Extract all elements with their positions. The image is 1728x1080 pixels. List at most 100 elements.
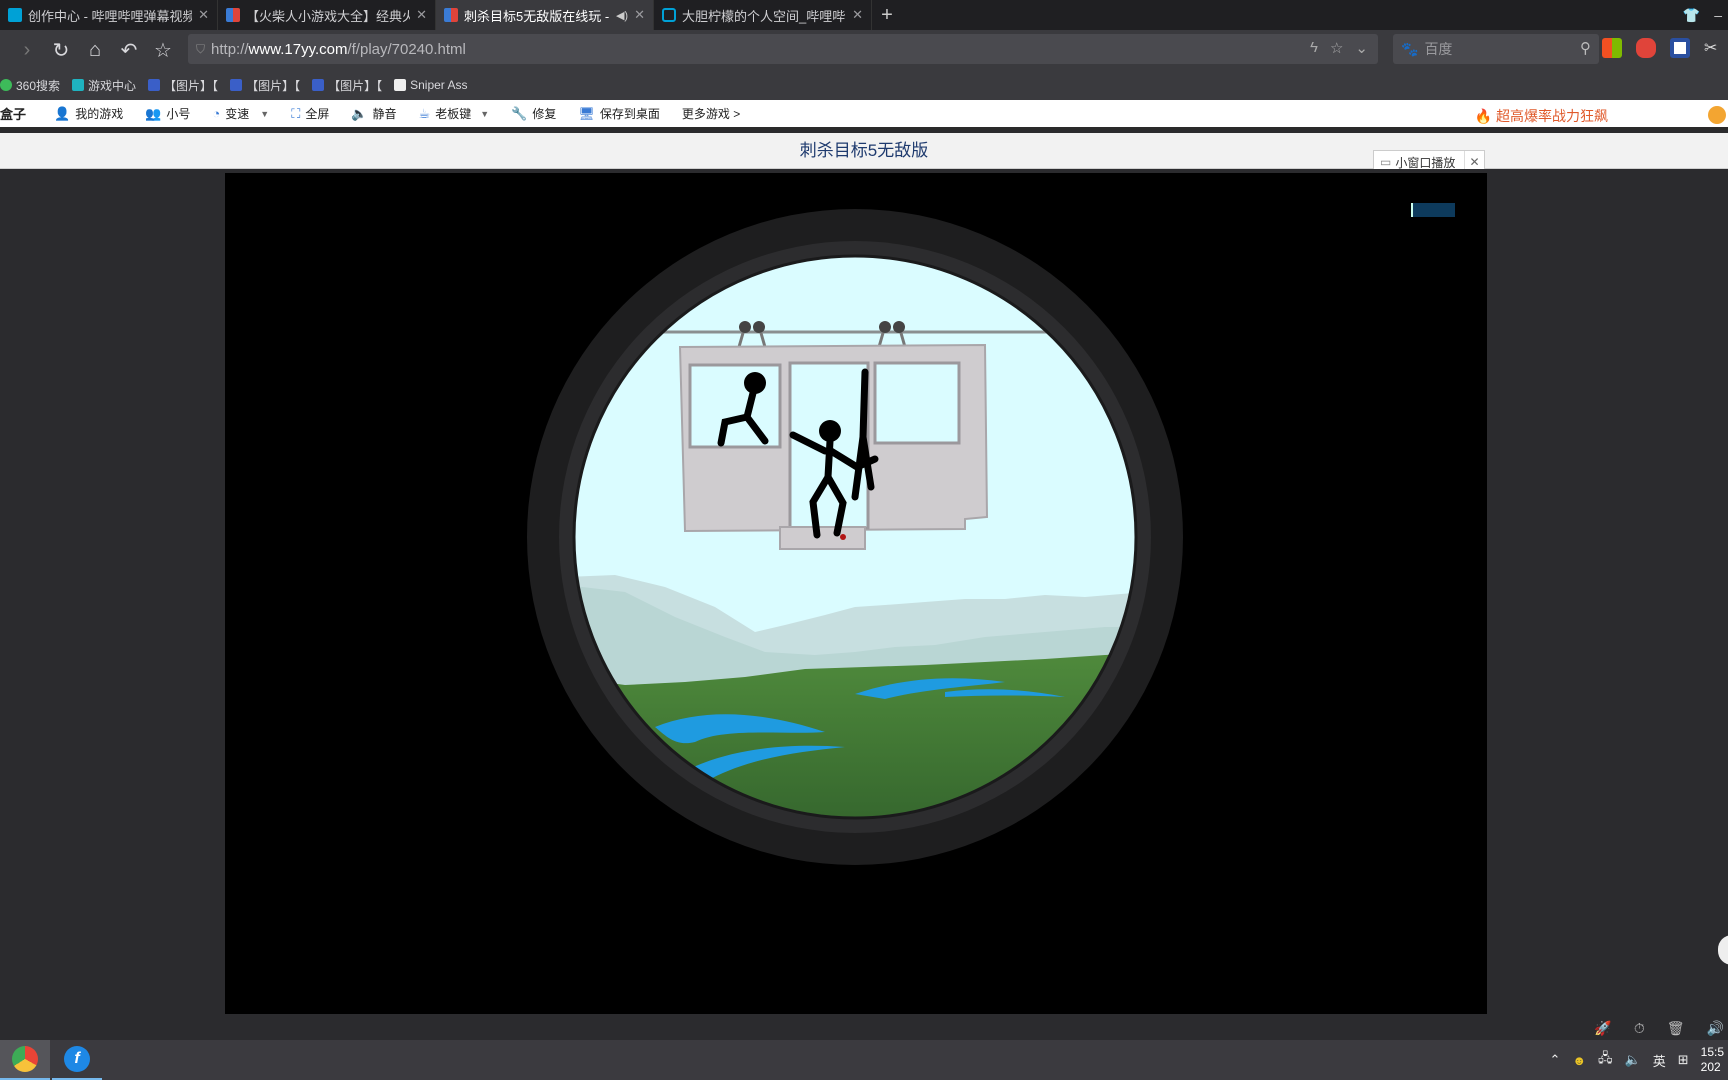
gamepad-icon[interactable]	[1636, 38, 1656, 58]
my-games-button[interactable]: 👤 我的游戏	[54, 105, 123, 122]
new-tab-button[interactable]: +	[872, 0, 902, 30]
wrench-icon: 🔧	[511, 105, 528, 121]
close-tab-icon[interactable]: ✕	[852, 7, 863, 23]
ime-indicator[interactable]: 英	[1653, 1051, 1666, 1070]
skin-shirt-icon[interactable]: 👕	[1683, 7, 1700, 24]
close-tab-icon[interactable]: ✕	[416, 7, 427, 23]
apps-grid-icon[interactable]	[1602, 38, 1622, 58]
coin-icon[interactable]	[1708, 106, 1726, 124]
favorite-star-button[interactable]: ☆	[146, 33, 180, 67]
security-shield-icon: ⛉	[196, 41, 206, 56]
tab-title: 【火柴人小游戏大全】经典火	[246, 8, 411, 24]
flash-game-canvas[interactable]	[225, 173, 1487, 1014]
sniper-scope-view[interactable]	[525, 207, 1185, 867]
forward-button[interactable]: ›	[10, 33, 44, 67]
user-icon: 👤	[54, 105, 71, 121]
history-clock-icon[interactable]: ⏱	[1634, 1020, 1645, 1037]
system-tray: ⌃ ☻ 🖧 🔈 英 ⊞ 15:5 202	[1549, 1040, 1728, 1080]
bookmark-sniper-assassin[interactable]: Sniper Ass	[394, 78, 467, 92]
blood-spot	[840, 534, 846, 540]
side-bubble-icon[interactable]	[1718, 935, 1728, 965]
refresh-button[interactable]: ↻	[44, 33, 78, 67]
close-tab-icon[interactable]: ✕	[634, 7, 645, 23]
baidu-paw-icon	[230, 79, 243, 91]
browser-status-bar: 🚀 ⏱ 🗑 🔊	[0, 1016, 1728, 1040]
speaker-icon: 🔈	[351, 105, 368, 121]
trash-icon[interactable]: 🗑	[1667, 1020, 1685, 1037]
site-17yy-favicon-icon	[226, 8, 240, 22]
address-bar[interactable]: ⛉ http://www.17yy.com/f/play/70240.html …	[188, 34, 1378, 64]
box-label: 盒子	[0, 107, 27, 122]
page-icon	[394, 79, 407, 91]
search-placeholder: 百度	[1424, 41, 1453, 57]
screenshot-icon[interactable]	[1670, 38, 1690, 58]
extension-icons: ✂	[1602, 38, 1724, 58]
save-to-desktop-button[interactable]: 🖥 保存到桌面	[578, 105, 660, 122]
undo-close-button[interactable]: ↶	[112, 33, 146, 67]
bookmark-image-1[interactable]: 【图片】【	[148, 77, 218, 94]
monitor-icon: 🖥	[578, 105, 595, 121]
home-button[interactable]: ⌂	[78, 33, 112, 67]
tab-assassin-target[interactable]: 刺杀目标5无敌版在线玩 - ◀) ✕	[436, 0, 654, 30]
fullscreen-icon: ⛶	[291, 105, 301, 121]
close-tab-icon[interactable]: ✕	[198, 7, 209, 23]
baidu-paw-icon: 🐾	[1401, 40, 1419, 57]
cable-car-window-left	[688, 363, 782, 449]
speed-gauge-icon: ◔	[212, 106, 221, 121]
search-input[interactable]: 🐾 百度 ⚲	[1393, 34, 1599, 64]
game-center-icon	[72, 79, 85, 91]
360-icon	[0, 79, 12, 91]
site-17yy-favicon-icon	[444, 8, 458, 22]
windows-taskbar: f ⌃ ☻ 🖧 🔈 英 ⊞ 15:5 202	[0, 1040, 1728, 1080]
search-icon[interactable]: ⚲	[1580, 39, 1591, 57]
tab-title: 创作中心 - 哔哩哔哩弹幕视频	[28, 8, 193, 24]
promo-link[interactable]: 🔥 超高爆率战力狂飙	[1475, 106, 1608, 126]
address-bar-actions: ϟ ☆ ⌄	[1310, 39, 1368, 57]
speed-button[interactable]: ◔ 变速 ▼	[212, 105, 269, 122]
scissors-icon[interactable]: ✂	[1704, 38, 1724, 58]
browser-icon	[12, 1046, 38, 1072]
bookmark-image-2[interactable]: 【图片】【	[230, 77, 300, 94]
more-games-link[interactable]: 更多游戏 >	[682, 105, 740, 122]
flash-icon: f	[64, 1046, 90, 1072]
cup-icon: ☕	[418, 105, 431, 121]
repair-button[interactable]: 🔧 修复	[511, 105, 556, 122]
tv-icon: ▭	[1380, 155, 1392, 169]
taskbar-flash-player[interactable]: f	[52, 1040, 102, 1080]
volume-icon[interactable]: 🔊	[1707, 1020, 1724, 1037]
chevron-up-icon[interactable]: ⌃	[1549, 1052, 1560, 1068]
volume-icon[interactable]: 🔈	[1625, 1052, 1641, 1068]
fullscreen-button[interactable]: ⛶ 全屏	[291, 105, 329, 122]
bookmark-image-3[interactable]: 【图片】【	[312, 77, 382, 94]
dropdown-arrow-icon: ▼	[480, 108, 490, 119]
boss-key-button[interactable]: ☕ 老板键 ▼	[419, 105, 490, 122]
chevron-down-icon[interactable]: ⌄	[1355, 39, 1368, 57]
bookmark-game-center[interactable]: 游戏中心	[72, 77, 136, 94]
tab-strip: 创作中心 - 哔哩哔哩弹幕视频 ✕ 【火柴人小游戏大全】经典火 ✕ 刺杀目标5无…	[0, 0, 1728, 30]
bilibili-tv-icon	[662, 8, 676, 22]
tab-bilibili-space[interactable]: 大胆柠檬的个人空间_哔哩哔哩 ✕	[654, 0, 872, 30]
accelerate-rocket-icon[interactable]: 🚀	[1594, 1020, 1611, 1037]
alt-account-button[interactable]: 👥 小号	[145, 105, 190, 122]
tab-bilibili-creator[interactable]: 创作中心 - 哔哩哔哩弹幕视频 ✕	[0, 0, 218, 30]
smiley-app-icon[interactable]: ☻	[1572, 1053, 1586, 1068]
lightning-icon[interactable]: ϟ	[1310, 39, 1318, 57]
ime-grid-icon[interactable]: ⊞	[1678, 1052, 1689, 1068]
game-hud-bar	[1411, 203, 1455, 217]
flame-icon: 🔥	[1474, 108, 1493, 124]
taskbar-browser-360[interactable]	[0, 1040, 50, 1080]
cable-car-floor-step	[779, 526, 866, 550]
game-viewport	[0, 169, 1728, 1016]
clock[interactable]: 15:5 202	[1701, 1045, 1724, 1075]
tabbar-controls: 👕 –	[1683, 0, 1728, 30]
speaker-icon[interactable]: ◀)	[616, 9, 628, 22]
mute-button[interactable]: 🔈 静音	[351, 105, 396, 122]
navigation-bar: › ↻ ⌂ ↶ ☆ ⛉ http://www.17yy.com/f/play/7…	[0, 30, 1728, 70]
tab-stickman-games[interactable]: 【火柴人小游戏大全】经典火 ✕	[218, 0, 436, 30]
tab-title: 刺杀目标5无敌版在线玩 -	[464, 8, 610, 24]
bookmark-star-icon[interactable]: ☆	[1330, 39, 1343, 57]
dropdown-arrow-icon: ▼	[260, 108, 270, 119]
minimize-icon[interactable]: –	[1714, 7, 1722, 23]
network-icon[interactable]: 🖧	[1598, 1049, 1613, 1071]
bookmark-360-search[interactable]: 360搜索	[0, 77, 60, 94]
